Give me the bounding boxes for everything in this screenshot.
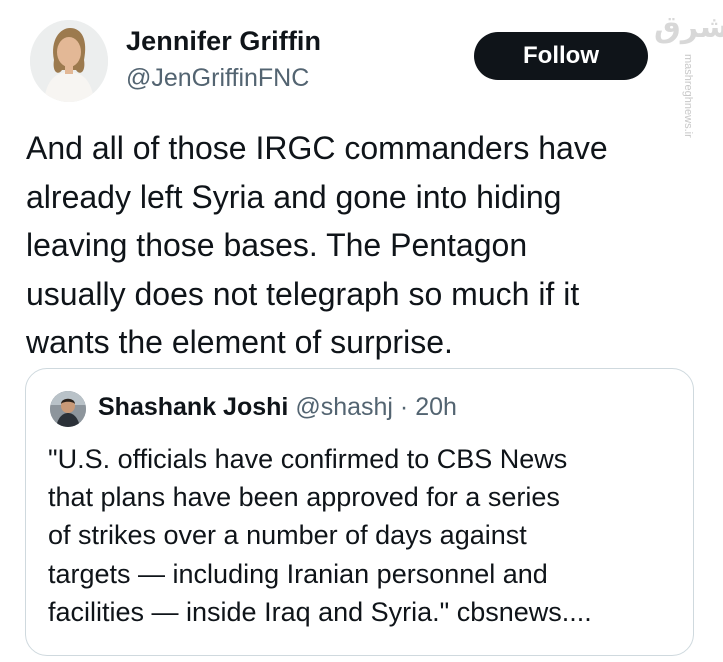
author-handle[interactable]: @JenGriffinFNC [126, 64, 309, 93]
quoted-tweet-card[interactable]: Shashank Joshi @shashj · 20h "U.S. offic… [25, 368, 694, 656]
author-avatar-icon [30, 20, 108, 102]
quote-text: "U.S. officials have confirmed to CBS Ne… [48, 444, 592, 627]
author-avatar[interactable] [30, 20, 108, 102]
watermark: مشرق mashreghnews.ir [652, 10, 723, 138]
quote-author-handle[interactable]: @shashj [295, 393, 393, 421]
tweet-text: And all of those IRGC commanders have al… [26, 130, 608, 360]
quote-avatar-icon [50, 391, 86, 427]
quote-timestamp[interactable]: 20h [415, 393, 457, 421]
quote-author-name[interactable]: Shashank Joshi [98, 393, 288, 421]
follow-button[interactable]: Follow [474, 32, 648, 80]
author-display-name[interactable]: Jennifer Griffin [126, 26, 321, 57]
watermark-logo-icon: مشرق [654, 11, 723, 44]
quote-author-avatar[interactable] [50, 391, 86, 427]
quote-separator: · [399, 393, 409, 421]
quote-header: Shashank Joshi @shashj · 20h [98, 393, 457, 422]
